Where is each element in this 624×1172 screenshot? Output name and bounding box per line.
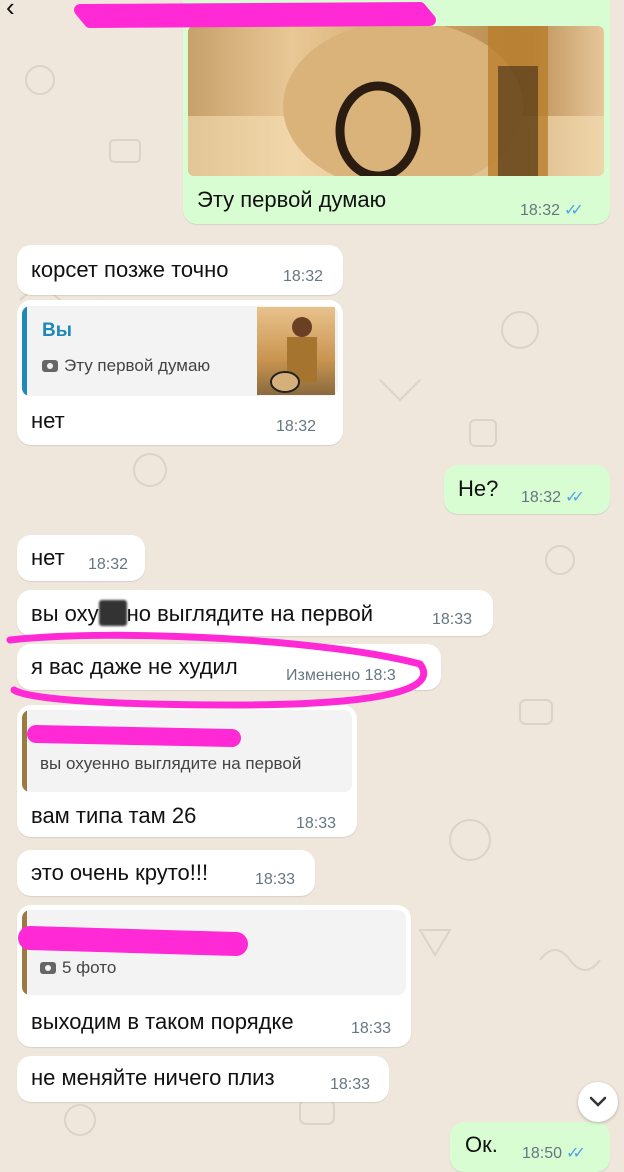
double-check-icon: ✓✓	[564, 202, 584, 219]
message-text: корсет позже точно	[31, 257, 229, 282]
message-time: 18:50 ✓✓	[522, 1145, 586, 1162]
message-text: нет	[31, 408, 65, 433]
double-check-icon: ✓✓	[566, 1145, 586, 1162]
back-icon[interactable]: ‹	[6, 0, 15, 23]
double-check-icon: ✓✓	[565, 489, 585, 506]
message-time: 18:33	[296, 815, 337, 832]
message-time: 18:32	[283, 268, 324, 285]
censor-block	[98, 600, 127, 626]
message-text: я вас даже не худил	[31, 654, 238, 679]
chat-photo[interactable]	[188, 26, 604, 176]
message-text: нет	[31, 545, 65, 570]
quote-text: Эту первой думаю	[42, 356, 210, 376]
quote-thumbnail	[257, 307, 335, 395]
message-time: 18:32	[88, 556, 129, 573]
message-time: 18:32	[276, 418, 317, 435]
message-text: Не?	[458, 476, 499, 501]
scroll-down-button[interactable]	[578, 1082, 618, 1122]
quoted-message[interactable]: 5 фото	[22, 910, 406, 995]
edited-label: Изменено 18:3	[286, 667, 396, 684]
quote-text: 5 фото	[40, 958, 116, 978]
message-time: 18:33	[432, 611, 473, 628]
message-time: 18:33	[330, 1076, 371, 1093]
message-time: 18:32 ✓✓	[521, 489, 585, 506]
message-time: 18:33	[255, 871, 296, 888]
quote-text: вы охуенно выглядите на первой	[40, 754, 302, 773]
chevron-down-icon	[589, 1096, 607, 1107]
camera-icon	[40, 962, 56, 974]
message-text: это очень круто!!!	[31, 860, 209, 885]
camera-icon	[42, 360, 58, 372]
message-time: 18:32 ✓✓	[520, 202, 584, 219]
message-text: вы оху но выглядите на первой	[31, 600, 374, 626]
message-text: Эту первой думаю	[197, 187, 387, 212]
message-text: Ок.	[465, 1132, 498, 1157]
message-text: не меняйте ничего плиз	[31, 1065, 275, 1090]
message-text: вам типа там 26	[31, 803, 197, 828]
quote-author: Вы	[42, 320, 72, 341]
quoted-message[interactable]: вы охуенно выглядите на первой	[22, 710, 352, 792]
message-text: выходим в таком порядке	[31, 1009, 294, 1034]
message-time: 18:33	[351, 1020, 392, 1037]
